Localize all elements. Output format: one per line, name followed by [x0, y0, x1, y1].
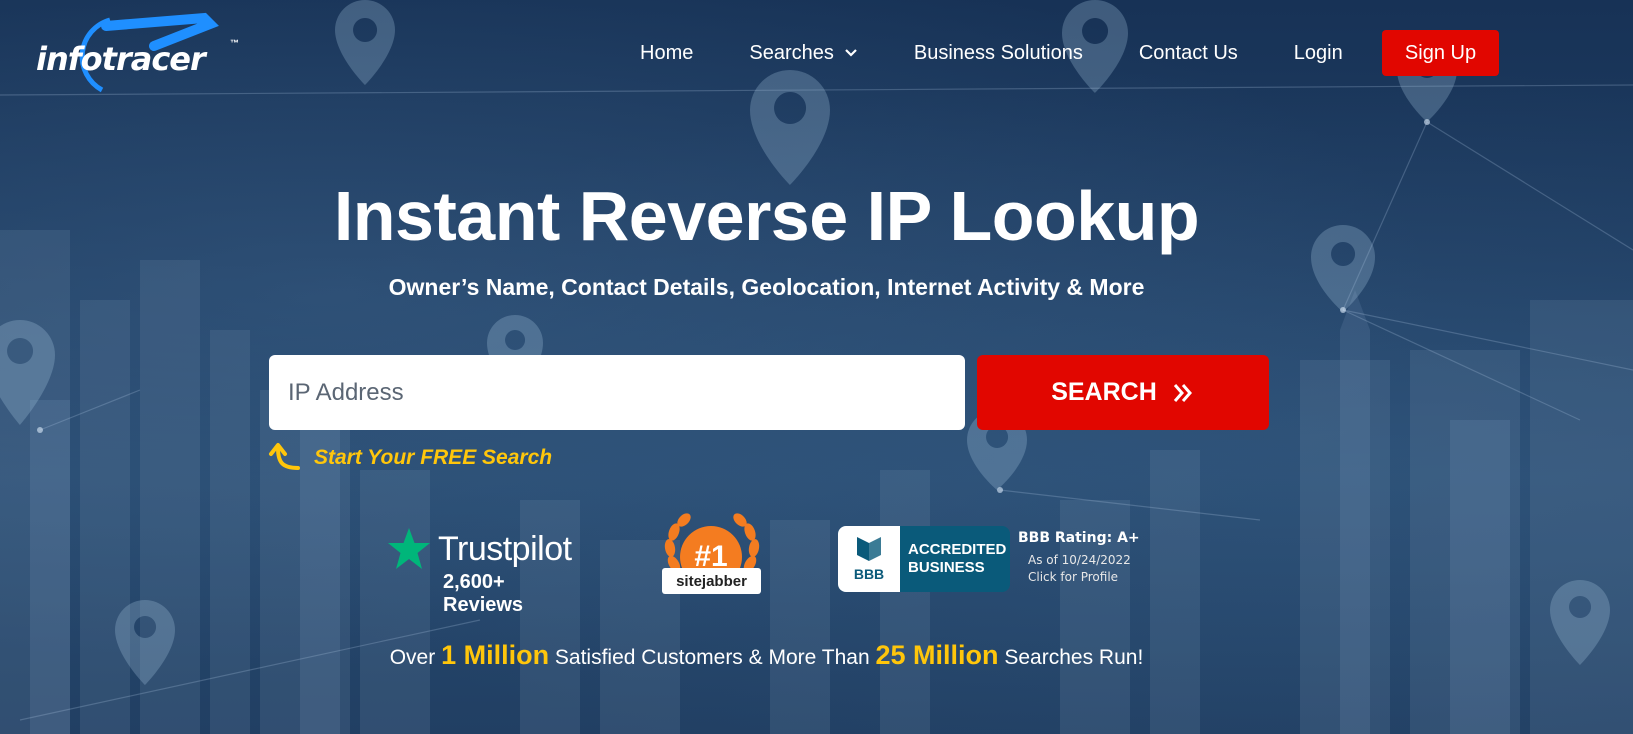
trustpilot-name: Trustpilot: [438, 530, 572, 568]
bbb-profile-link[interactable]: Click for Profile: [1028, 570, 1118, 584]
ip-address-input[interactable]: [269, 355, 965, 430]
trustpilot-reviews: 2,600+ Reviews: [443, 571, 524, 616]
infotracer-logo[interactable]: infotracer ™: [34, 12, 244, 94]
logo-trademark: ™: [230, 38, 239, 48]
nav-business-solutions[interactable]: Business Solutions: [914, 42, 1083, 65]
bbb-line2: BUSINESS: [908, 559, 985, 576]
sign-up-button[interactable]: Sign Up: [1382, 30, 1499, 76]
nav-home-label: Home: [640, 41, 694, 64]
page-title: Instant Reverse IP Lookup: [333, 177, 1200, 255]
double-chevron-right-icon: [1173, 383, 1192, 402]
stats-searches: 25 Million: [875, 640, 999, 670]
bbb-torch-icon: BBB: [838, 526, 900, 592]
nav-home[interactable]: Home: [640, 42, 693, 65]
bbb-accredited-badge[interactable]: BBB ACCREDITED BUSINESS: [838, 526, 1010, 592]
stats-prefix: Over: [389, 646, 436, 669]
page-subtitle: Owner’s Name, Contact Details, Geolocati…: [388, 274, 1145, 300]
nav-searches[interactable]: Searches: [749, 42, 858, 65]
bbb-logo-graphic: BBB: [854, 537, 884, 582]
bbb-line1: ACCREDITED: [908, 541, 1007, 558]
sitejabber-name: sitejabber: [662, 568, 761, 594]
free-search-text: Start Your FREE Search: [314, 446, 553, 469]
bbb-logo-text: BBB: [854, 566, 884, 582]
bbb-rating-date: As of 10/24/2022: [1028, 553, 1131, 567]
nav-login[interactable]: Login: [1294, 42, 1343, 65]
curved-arrow-icon: [269, 443, 300, 470]
bbb-rating[interactable]: BBB Rating: A+: [1018, 530, 1140, 546]
stats-customers: 1 Million: [441, 640, 550, 670]
nav-contact-us[interactable]: Contact Us: [1139, 42, 1238, 65]
sitejabber-badge[interactable]: #1 sitejabber: [660, 512, 764, 600]
stats-line: Over 1 Million Satisfied Customers & Mor…: [0, 640, 1533, 671]
nav-links: Home Searches Business Solutions Contact…: [640, 30, 1399, 76]
search-button[interactable]: SEARCH: [977, 355, 1269, 430]
logo-text: infotracer: [36, 40, 206, 78]
bbb-accredited-text: ACCREDITED BUSINESS: [908, 541, 1006, 577]
free-search-hint: Start Your FREE Search: [268, 442, 552, 474]
nav-contact-us-label: Contact Us: [1138, 41, 1238, 64]
chevron-down-icon: [845, 49, 857, 57]
nav-login-label: Login: [1293, 41, 1343, 64]
top-navigation: infotracer ™ Home Searches Business Solu…: [0, 0, 1633, 100]
search-button-label: SEARCH: [1051, 378, 1157, 406]
nav-business-solutions-label: Business Solutions: [913, 41, 1083, 64]
stats-middle: Satisfied Customers & More Than: [554, 646, 870, 669]
trustpilot-star-icon: [388, 528, 430, 569]
nav-searches-label: Searches: [749, 41, 834, 64]
trustpilot-badge[interactable]: Trustpilot 2,600+ Reviews: [386, 522, 586, 616]
stats-suffix: Searches Run!: [1004, 646, 1144, 669]
